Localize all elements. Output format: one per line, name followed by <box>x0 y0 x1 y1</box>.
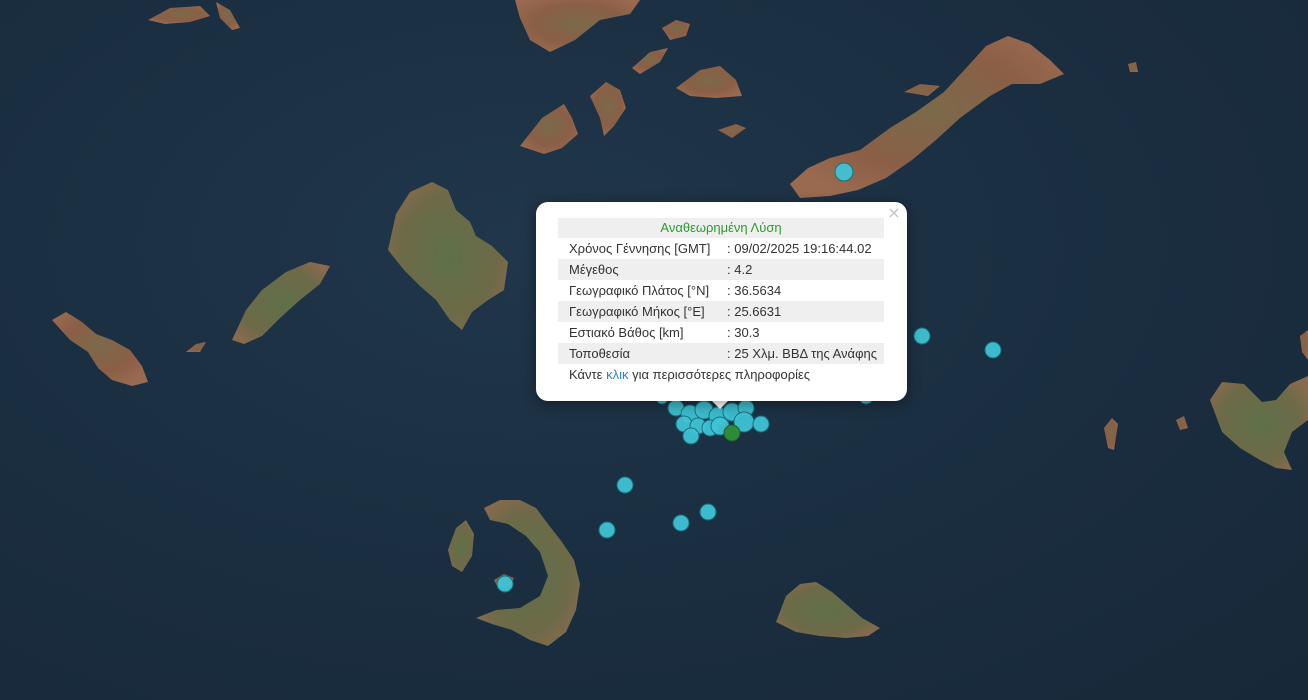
row-label: Γεωγραφικό Μήκος [°E] <box>569 304 705 319</box>
earthquake-info-popup: × Αναθεωρημένη Λύση Χρόνος Γέννησης [GMT… <box>536 202 907 401</box>
row-label: Μέγεθος <box>569 262 619 277</box>
close-icon[interactable]: × <box>887 205 901 221</box>
info-row-magnitude: Μέγεθος : 4.2 <box>558 259 884 280</box>
quake-marker[interactable] <box>682 427 700 445</box>
quake-marker[interactable] <box>496 575 514 593</box>
quake-marker[interactable] <box>984 341 1002 359</box>
footer-suffix: για περισσότερες πληροφορίες <box>628 367 811 382</box>
quake-marker[interactable] <box>672 514 690 532</box>
info-row-origin-time: Χρόνος Γέννησης [GMT] : 09/02/2025 19:16… <box>558 238 884 259</box>
row-value: : 4.2 <box>727 262 753 277</box>
row-label: Τοποθεσία <box>569 346 631 361</box>
quake-marker[interactable] <box>752 415 770 433</box>
row-label: Χρόνος Γέννησης [GMT] <box>569 241 711 256</box>
row-value: : 30.3 <box>727 325 760 340</box>
info-row-latitude: Γεωγραφικό Πλάτος [°N] : 36.5634 <box>558 280 884 301</box>
quake-marker[interactable] <box>616 476 634 494</box>
more-info-link[interactable]: κλικ <box>606 367 628 382</box>
info-row-location: Τοποθεσία : 25 Χλμ. ΒΒΔ της Ανάφης <box>558 343 884 364</box>
quake-marker[interactable] <box>834 162 854 182</box>
info-row-longitude: Γεωγραφικό Μήκος [°E] : 25.6631 <box>558 301 884 322</box>
row-value: : 25.6631 <box>727 304 782 319</box>
info-row-depth: Εστιακό Βάθος [km] : 30.3 <box>558 322 884 343</box>
quake-marker[interactable] <box>699 503 717 521</box>
row-value: : 36.5634 <box>727 283 782 298</box>
row-value: : 25 Χλμ. ΒΒΔ της Ανάφης <box>727 346 878 361</box>
popup-footer: Κάντε κλικ για περισσότερες πληροφορίες <box>569 365 810 385</box>
row-label: Γεωγραφικό Πλάτος [°N] <box>569 283 710 298</box>
quake-marker[interactable] <box>913 327 931 345</box>
quake-marker[interactable] <box>598 521 616 539</box>
popup-title: Αναθεωρημένη Λύση <box>558 218 884 238</box>
quake-marker-selected[interactable] <box>723 424 741 442</box>
footer-prefix: Κάντε <box>569 367 607 382</box>
row-value: : 09/02/2025 19:16:44.02 <box>727 241 872 256</box>
row-label: Εστιακό Βάθος [km] <box>569 325 684 340</box>
